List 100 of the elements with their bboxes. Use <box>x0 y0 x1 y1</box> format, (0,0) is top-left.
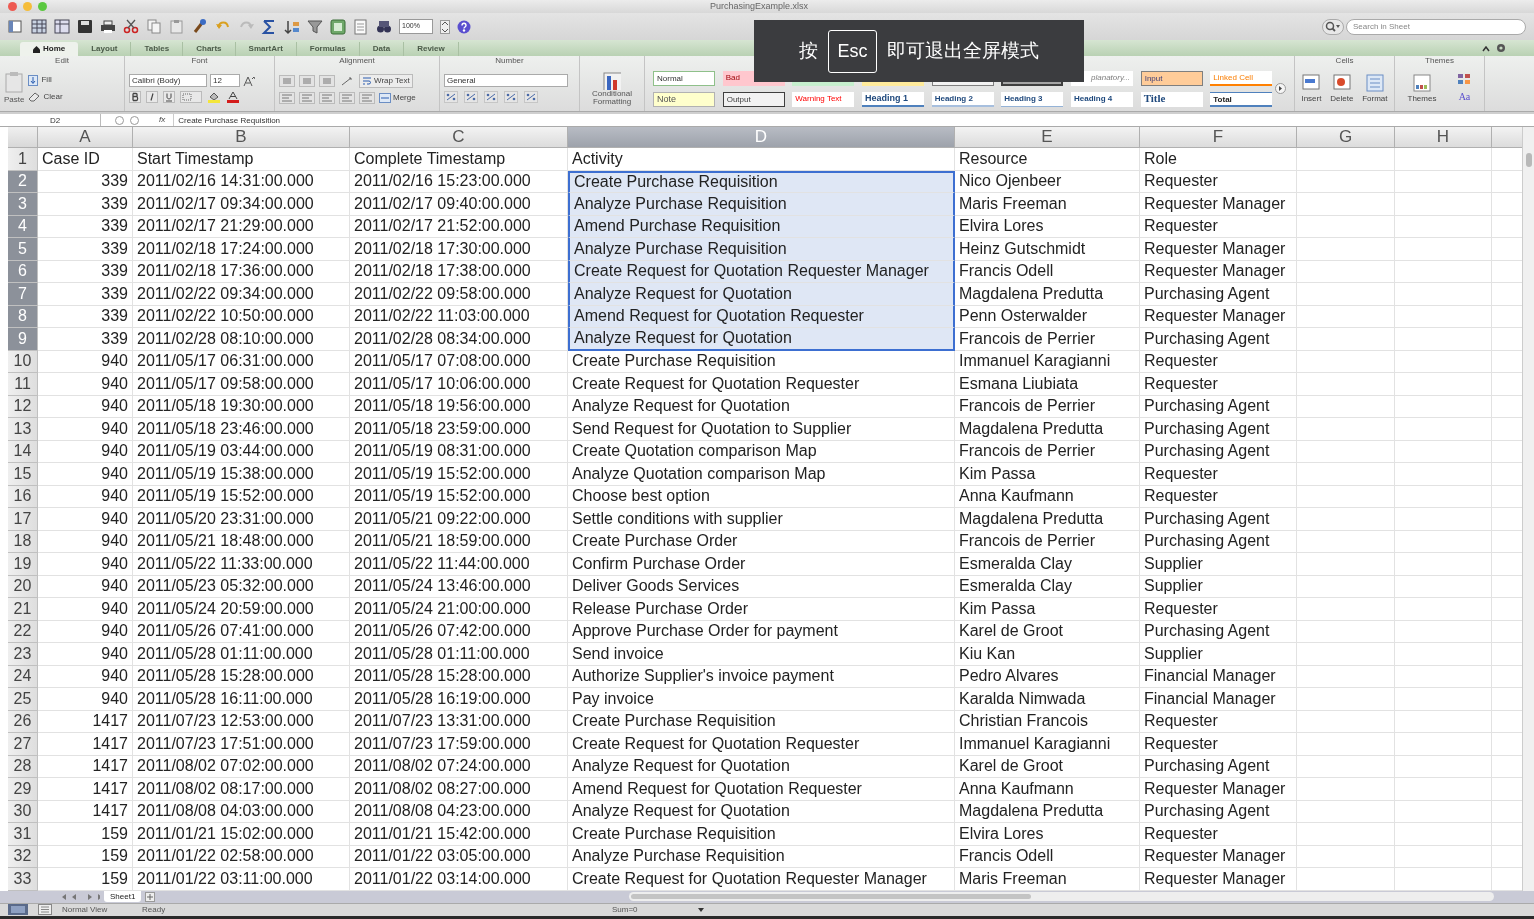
row-header[interactable]: 22 <box>8 620 38 643</box>
row-header[interactable]: 31 <box>8 823 38 846</box>
stepper-icon[interactable] <box>440 19 450 34</box>
row-header[interactable]: 27 <box>8 733 38 756</box>
font-name-field[interactable]: Calibri (Body) <box>129 74 207 87</box>
clipboard-icon[interactable] <box>169 18 185 35</box>
theme-colors-icon[interactable] <box>1457 73 1472 85</box>
decrease-decimal-icon[interactable] <box>524 91 538 103</box>
row-header[interactable]: 21 <box>8 598 38 621</box>
row-header[interactable]: 33 <box>8 868 38 891</box>
merge-button[interactable]: Merge <box>379 91 416 104</box>
underline-icon[interactable] <box>163 91 175 103</box>
sum-icon[interactable] <box>261 18 277 35</box>
column-header[interactable]: C <box>350 127 568 148</box>
row-header[interactable]: 13 <box>8 418 38 441</box>
select-all-corner[interactable] <box>8 127 38 148</box>
align-right-icon[interactable] <box>319 91 335 104</box>
sidebar-icon[interactable] <box>8 18 24 35</box>
align-bottom-icon[interactable] <box>319 74 335 87</box>
row-header[interactable]: 17 <box>8 508 38 531</box>
normal-view-icon[interactable] <box>8 904 28 915</box>
align-middle-icon[interactable] <box>299 74 315 87</box>
row-header[interactable]: 29 <box>8 778 38 801</box>
formula-field[interactable]: Create Purchase Requisition <box>173 114 1534 126</box>
align-left-icon[interactable] <box>279 91 295 104</box>
currency-icon[interactable] <box>444 91 458 103</box>
align-center-icon[interactable] <box>299 91 315 104</box>
print-icon[interactable] <box>100 18 116 35</box>
cell-style-swatch[interactable]: Heading 3 <box>1001 91 1064 107</box>
ribbon-button[interactable]: Format <box>1362 72 1388 105</box>
row-header[interactable]: 14 <box>8 440 38 463</box>
close-window-icon[interactable] <box>8 2 17 11</box>
row-header[interactable]: 11 <box>8 373 38 396</box>
borders-icon[interactable] <box>180 91 202 103</box>
cell-style-swatch[interactable]: Warning Text <box>792 91 855 107</box>
row-header[interactable]: 18 <box>8 530 38 553</box>
zoom-window-icon[interactable] <box>38 2 47 11</box>
ribbon-button[interactable]: Delete <box>1330 72 1354 105</box>
fill-button[interactable]: Fill <box>28 74 63 86</box>
column-header[interactable]: E <box>955 127 1140 148</box>
copy-icon[interactable] <box>146 18 162 35</box>
font-color-icon[interactable] <box>226 91 240 103</box>
grid-icon[interactable] <box>31 18 47 35</box>
row-header[interactable]: 24 <box>8 665 38 688</box>
row-header[interactable]: 30 <box>8 800 38 823</box>
gear-icon[interactable] <box>1496 43 1506 53</box>
row-header[interactable]: 23 <box>8 643 38 666</box>
confirm-icon[interactable] <box>130 115 139 125</box>
cell-style-swatch[interactable]: Normal <box>653 70 715 86</box>
row-header[interactable]: 25 <box>8 688 38 711</box>
cell-style-swatch[interactable]: Heading 4 <box>1071 91 1133 107</box>
row-header[interactable]: 20 <box>8 575 38 598</box>
cell-style-swatch[interactable]: Heading 2 <box>931 91 994 107</box>
column-header[interactable]: B <box>133 127 350 148</box>
indent-decrease-icon[interactable] <box>339 91 355 104</box>
wrap-text-button[interactable]: Wrap Text <box>359 73 413 88</box>
cell-style-swatch[interactable]: Output <box>722 91 785 107</box>
sort-icon[interactable] <box>284 18 300 35</box>
grid-icon[interactable] <box>54 18 70 35</box>
search-field[interactable]: Search in Sheet <box>1346 18 1526 35</box>
help-icon[interactable] <box>457 19 471 34</box>
increase-decimal-icon[interactable] <box>504 91 518 103</box>
percent-icon[interactable] <box>464 91 478 103</box>
row-header[interactable]: 1 <box>8 148 38 171</box>
cell-style-swatch[interactable]: Title <box>1140 91 1203 107</box>
theme-fonts-button[interactable]: Aa <box>1458 89 1471 104</box>
search-icon[interactable] <box>1322 18 1344 35</box>
column-header[interactable]: H <box>1395 127 1492 148</box>
row-header[interactable]: 10 <box>8 350 38 373</box>
column-header[interactable]: A <box>38 127 133 148</box>
row-header[interactable]: 19 <box>8 553 38 576</box>
scissors-icon[interactable] <box>123 18 139 35</box>
collapse-icon[interactable] <box>1482 46 1490 52</box>
clear-button[interactable]: Clear <box>28 91 63 103</box>
scrollbar-thumb[interactable] <box>631 894 1032 899</box>
cell-style-swatch[interactable]: Total <box>1210 91 1273 107</box>
row-header[interactable]: 26 <box>8 710 38 733</box>
conditional-formatting-button[interactable]: Conditional Formatting <box>584 71 640 106</box>
brush-icon[interactable] <box>192 18 208 35</box>
cell-style-swatch[interactable]: Heading 1 <box>862 91 924 107</box>
themes-button[interactable]: Themes <box>1407 72 1437 105</box>
vertical-scrollbar-thumb[interactable] <box>1525 153 1532 167</box>
italic-icon[interactable] <box>146 91 158 103</box>
sum-dropdown[interactable]: Sum=0 <box>612 903 704 916</box>
save-icon[interactable] <box>77 18 93 35</box>
font-size-field[interactable]: 12 <box>210 74 240 87</box>
row-header[interactable]: 32 <box>8 845 38 868</box>
row-header[interactable]: 16 <box>8 485 38 508</box>
add-sheet-icon[interactable] <box>145 891 156 902</box>
ribbon-button[interactable]: Insert <box>1301 72 1322 105</box>
column-header[interactable]: G <box>1297 127 1395 148</box>
cell-style-swatch[interactable]: Note <box>653 91 715 107</box>
sheet-nav-icon[interactable] <box>60 892 100 901</box>
column-header[interactable]: F <box>1140 127 1297 148</box>
bold-icon[interactable] <box>129 91 141 103</box>
gallery-icon[interactable] <box>330 18 346 35</box>
paste-button[interactable]: Paste <box>4 71 25 106</box>
cancel-icon[interactable] <box>115 115 124 125</box>
ribbon-tab[interactable]: Home <box>20 42 79 56</box>
toolbox-icon[interactable] <box>353 18 369 35</box>
